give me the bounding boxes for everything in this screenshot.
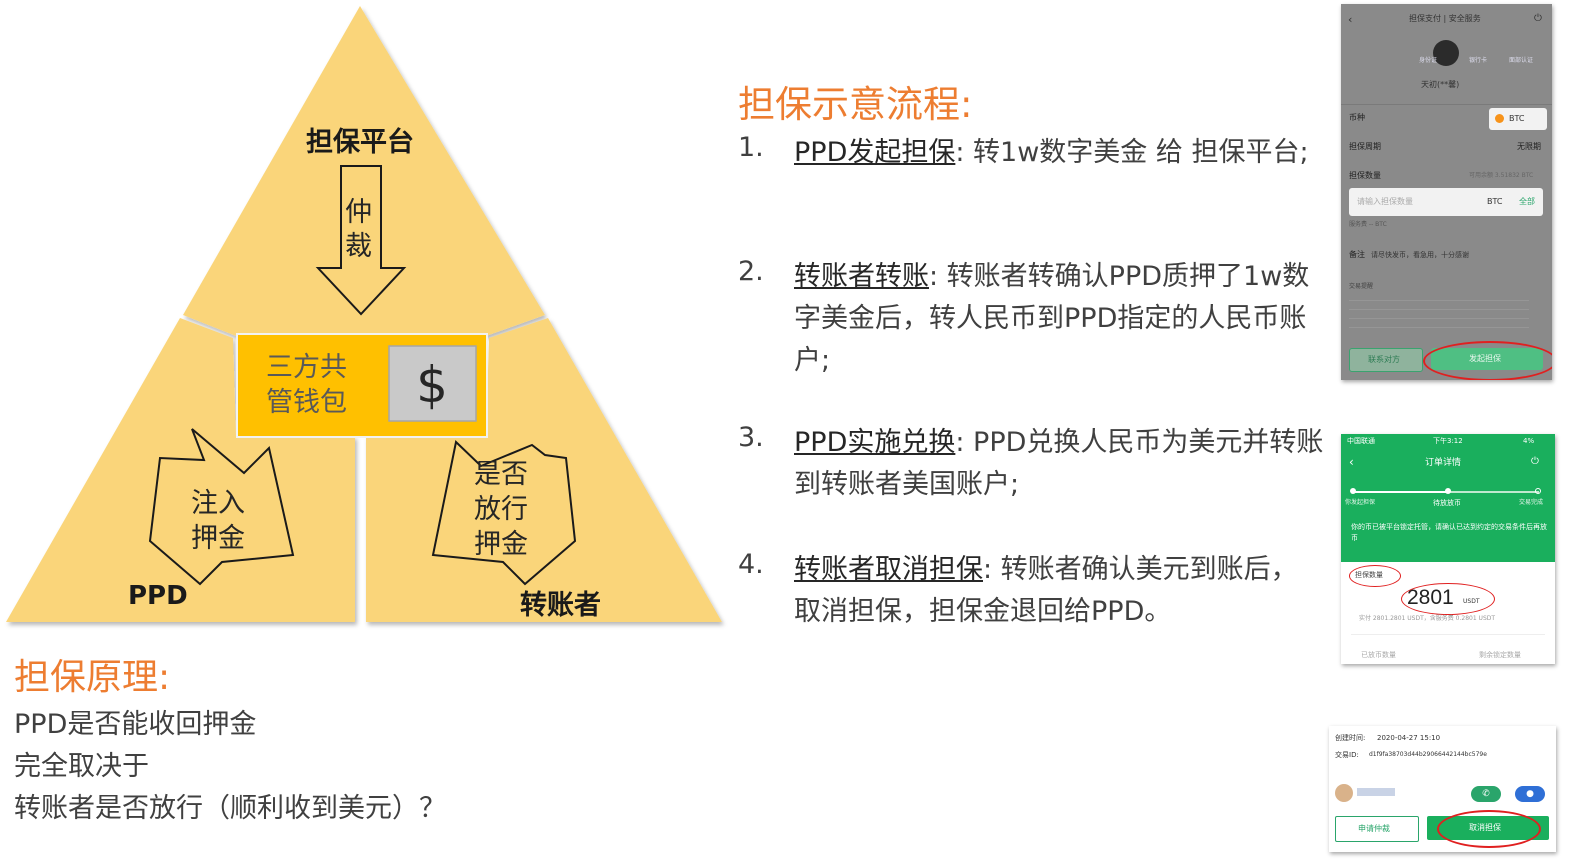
- progress-dot-2: [1445, 488, 1451, 494]
- principle-title: 担保原理:: [14, 657, 171, 698]
- step-number: 1.: [738, 132, 764, 163]
- step-heading: PPD实施兑换: [794, 427, 956, 458]
- period-label: 担保周期: [1349, 142, 1381, 151]
- created-label: 创建时间:: [1335, 734, 1366, 742]
- arbitration-label: 仲裁: [345, 197, 372, 262]
- badge-3: 面部认证: [1509, 57, 1534, 64]
- badge-1: 身份证: [1419, 57, 1438, 64]
- transferor-label: 转账者: [520, 590, 601, 621]
- step-number: 2.: [738, 256, 764, 287]
- amount-all-button[interactable]: 全部: [1519, 198, 1535, 206]
- progress-fill: [1353, 491, 1449, 493]
- back-icon[interactable]: ‹: [1349, 456, 1354, 468]
- amount-label: 担保数量: [1349, 171, 1381, 180]
- step-body: : 转1w数字美金 给 担保平台;: [955, 137, 1309, 168]
- badge-2: 银行卡: [1469, 57, 1488, 64]
- created-value: 2020-04-27 15:10: [1377, 734, 1441, 742]
- step-text: PPD发起担保: 转1w数字美金 给 担保平台;: [794, 132, 1324, 174]
- status-battery: 4%: [1523, 437, 1535, 445]
- wallet-label: 三方共管钱包: [266, 352, 347, 418]
- user-name: 天初(**馨): [1421, 80, 1460, 89]
- principle-line-1: PPD是否能收回押金: [14, 709, 257, 740]
- tx-label: 交易ID:: [1335, 751, 1359, 759]
- status-carrier: 中国联通: [1347, 437, 1375, 445]
- amount-unit: BTC: [1487, 197, 1503, 206]
- balance-hint: 可用余额 3.51832 BTC: [1469, 172, 1534, 179]
- currency-value: BTC: [1509, 114, 1525, 123]
- contact-button-label: 联系对方: [1368, 355, 1400, 364]
- screenshot-order-detail: 中国联通 下午3:12 4% ‹ 订单详情 ⏻ 你发起担保 待放放币 交易完成 …: [1341, 434, 1555, 664]
- step-text: 转账者转账: 转账者转确认PPD质押了1w数字美金后，转人民币到PPD指定的人民…: [794, 256, 1324, 382]
- call-button[interactable]: ✆: [1471, 786, 1501, 802]
- locked-label: 剩余锁定数量: [1479, 651, 1521, 659]
- fee-hint: 服务费 -- BTC: [1349, 221, 1387, 228]
- amount-input[interactable]: 请输入担保数量 BTC 全部: [1349, 188, 1543, 216]
- amount-sub: 实付 2801.2801 USDT，含服务费 0.2801 USDT: [1359, 615, 1496, 622]
- step-text: 转账者取消担保: 转账者确认美元到账后，取消担保，担保金退回给PPD。: [794, 549, 1324, 633]
- amount-label-circle: [1349, 565, 1401, 587]
- period-value: 无限期: [1517, 142, 1541, 151]
- principle-line-3: 转账者是否放行（顺利收到美元）？: [14, 793, 446, 824]
- divider: [1341, 104, 1552, 105]
- power-icon[interactable]: ⏻: [1534, 14, 1542, 24]
- arbitration-button[interactable]: 申请仲裁: [1335, 816, 1419, 842]
- highlight-circle: [1423, 341, 1552, 380]
- principle-line-2: 完全取决于: [14, 751, 149, 782]
- amount-circle: [1401, 583, 1495, 615]
- progress-label-2: 待放放币: [1433, 499, 1461, 507]
- deposit-label: 注入押金: [191, 488, 245, 554]
- progress-dot-3: [1535, 488, 1541, 494]
- step-heading: 转账者转账: [794, 261, 929, 292]
- released-label: 已放币数量: [1361, 651, 1396, 659]
- avatar: [1335, 784, 1353, 802]
- arbitration-button-label: 申请仲裁: [1358, 824, 1390, 833]
- back-icon[interactable]: ‹: [1348, 14, 1352, 25]
- chat-button[interactable]: ●: [1515, 786, 1545, 802]
- release-label: 是否放行押金: [474, 459, 528, 560]
- flow-title: 担保示意流程:: [738, 83, 973, 126]
- step-number: 4.: [738, 549, 764, 580]
- step-heading: 转账者取消担保: [794, 554, 983, 585]
- tips-title: 交易提醒: [1349, 283, 1374, 290]
- cancel-highlight-circle: [1437, 810, 1541, 848]
- power-icon[interactable]: ⏻: [1531, 457, 1539, 467]
- top-triangle: [183, 6, 545, 336]
- contact-button[interactable]: 联系对方: [1349, 348, 1423, 372]
- app-header: 担保支付 | 安全服务: [1409, 14, 1481, 23]
- note-label: 备注: [1349, 250, 1365, 259]
- step-number: 3.: [738, 422, 764, 453]
- note-value: 请尽快发币，看急用，十分感谢: [1371, 251, 1469, 259]
- currency-label: 币种: [1349, 113, 1365, 122]
- ppd-label: PPD: [128, 581, 188, 611]
- status-time: 下午3:12: [1433, 437, 1463, 445]
- tx-value: d1f9fa38703d44b29066442144bc579e: [1369, 751, 1487, 758]
- top-label: 担保平台: [306, 127, 414, 158]
- progress-label-1: 你发起担保: [1345, 499, 1376, 506]
- step-text: PPD实施兑换: PPD兑换人民币为美元并转账到转账者美国账户;: [794, 422, 1324, 506]
- progress-label-3: 交易完成: [1519, 499, 1544, 506]
- order-title: 订单详情: [1425, 458, 1462, 468]
- divider: [1351, 634, 1545, 635]
- order-notice: 你的币已被平台锁定托管，请确认已达到约定的交易条件后再放币: [1351, 523, 1547, 542]
- guarantee-diagram: $: [6, 6, 722, 622]
- amount-placeholder: 请输入担保数量: [1357, 197, 1413, 206]
- tips-lines: [1349, 296, 1529, 330]
- principle-text: PPD是否能收回押金 完全取决于 转账者是否放行（顺利收到美元）？: [14, 704, 446, 830]
- user-name-blur: [1357, 788, 1395, 796]
- screenshot-cancel-guarantee: 创建时间: 2020-04-27 15:10 交易ID: d1f9fa38703…: [1329, 726, 1556, 852]
- btc-icon: [1495, 114, 1504, 123]
- screenshot-start-guarantee: ‹ 担保支付 | 安全服务 ⏻ 身份证 银行卡 面部认证 天初(**馨) 币种 …: [1341, 4, 1552, 380]
- progress-dot-1: [1350, 488, 1356, 494]
- currency-select[interactable]: BTC: [1489, 108, 1547, 130]
- step-heading: PPD发起担保: [794, 137, 956, 168]
- dollar-sign-icon: $: [416, 356, 448, 414]
